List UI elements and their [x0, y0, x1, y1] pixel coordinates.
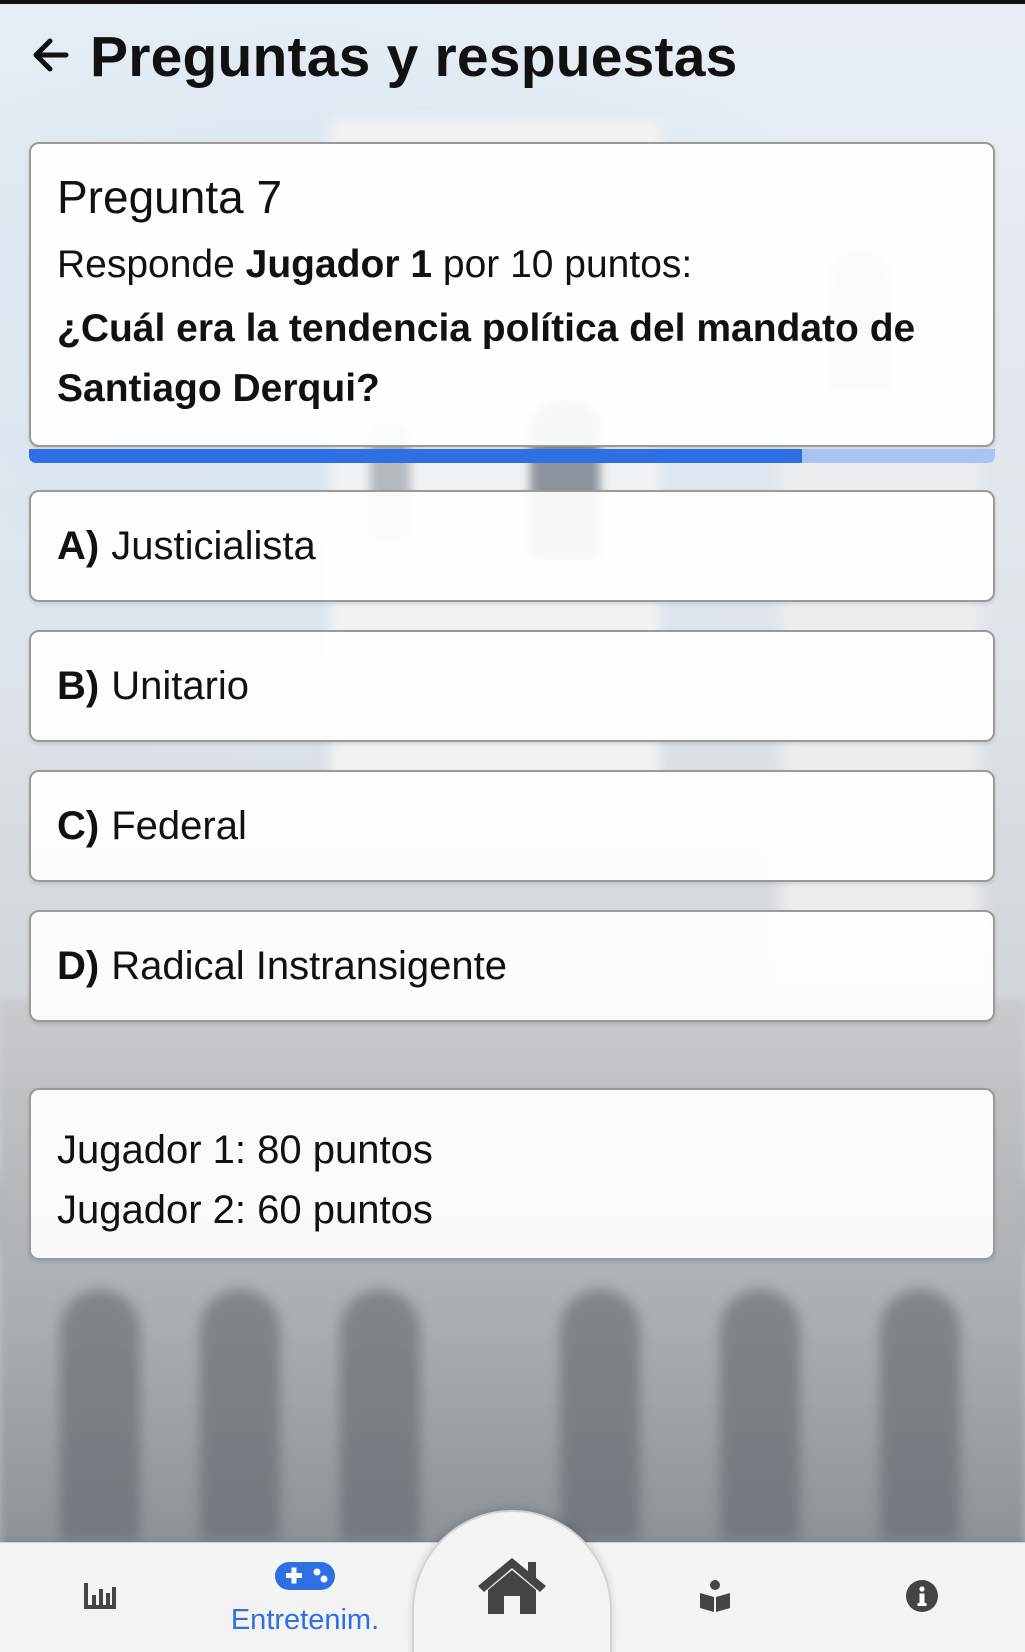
- arrow-left-icon: [30, 35, 70, 80]
- answer-option-c[interactable]: C) Federal: [29, 770, 995, 882]
- question-prompt: Responde Jugador 1 por 10 puntos:: [57, 242, 967, 289]
- nav-reading[interactable]: [665, 1543, 765, 1652]
- info-icon: [905, 1579, 939, 1618]
- bar-chart-icon: [82, 1581, 118, 1616]
- option-letter: C): [57, 803, 100, 848]
- option-text: Federal: [111, 803, 247, 848]
- nav-info[interactable]: [872, 1543, 972, 1652]
- option-letter: B): [57, 663, 100, 708]
- answer-option-a[interactable]: A) Justicialista: [29, 490, 995, 602]
- nav-stats[interactable]: [50, 1543, 150, 1652]
- status-bar-edge: [0, 0, 1025, 4]
- back-button[interactable]: [28, 35, 72, 79]
- current-player: Jugador 1: [245, 243, 433, 286]
- gamepad-icon: [274, 1559, 336, 1598]
- option-text: Unitario: [111, 663, 250, 708]
- home-icon: [474, 1554, 550, 1621]
- page-title: Preguntas y respuestas: [90, 25, 738, 89]
- option-letter: D): [57, 943, 100, 988]
- prompt-prefix: Responde: [57, 243, 235, 286]
- answer-option-b[interactable]: B) Unitario: [29, 630, 995, 742]
- scoreboard: Jugador 1: 80 puntos Jugador 2: 60 punto…: [29, 1088, 995, 1260]
- option-text: Justicialista: [111, 523, 316, 568]
- nav-entertainment[interactable]: Entretenim.: [220, 1543, 390, 1652]
- option-letter: A): [57, 523, 100, 568]
- option-text: Radical Instransigente: [111, 943, 507, 988]
- prompt-suffix: por 10 puntos:: [442, 243, 693, 286]
- timer-progress-fill: [29, 449, 802, 463]
- nav-entertainment-label: Entretenim.: [230, 1604, 380, 1636]
- question-card: Pregunta 7 Responde Jugador 1 por 10 pun…: [29, 142, 995, 447]
- score-player-2: Jugador 2: 60 puntos: [57, 1188, 433, 1232]
- score-player-1: Jugador 1: 80 puntos: [57, 1128, 433, 1172]
- question-number: Pregunta 7: [57, 171, 283, 223]
- app-header: Preguntas y respuestas: [28, 22, 738, 92]
- question-text: ¿Cuál era la tendencia política del mand…: [57, 306, 916, 410]
- answer-option-d[interactable]: D) Radical Instransigente: [29, 910, 995, 1022]
- timer-progress-bar: [29, 449, 995, 463]
- book-reader-icon: [698, 1579, 732, 1618]
